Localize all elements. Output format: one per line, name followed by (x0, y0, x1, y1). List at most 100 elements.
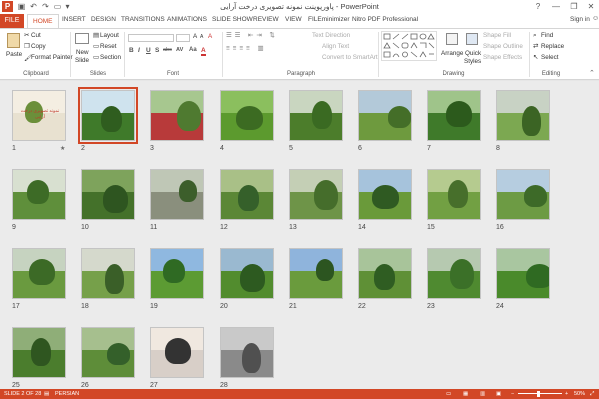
minimize-button[interactable]: — (548, 0, 564, 14)
shrink-font-icon[interactable]: A (200, 34, 203, 40)
font-color-button[interactable]: A (201, 47, 206, 56)
italic-button[interactable]: I (138, 47, 140, 54)
slide-sorter-view-icon[interactable]: ▦ (463, 389, 468, 399)
quick-styles-label-line2[interactable]: Styles (464, 58, 481, 65)
shadow-button[interactable]: S (155, 47, 159, 54)
shape-fill-button[interactable]: Shape Fill (483, 32, 511, 39)
strikethrough-button[interactable]: abc (163, 47, 172, 53)
zoom-level[interactable]: 50% (574, 389, 585, 399)
character-spacing-button[interactable]: AV (176, 47, 183, 53)
select-button[interactable]: Select (541, 54, 559, 61)
section-button[interactable]: Section (100, 54, 121, 61)
layout-button[interactable]: Layout (100, 32, 119, 39)
shape-effects-button[interactable]: Shape Effects (483, 54, 522, 61)
slide-thumbnail[interactable] (289, 169, 343, 220)
text-direction-button[interactable]: Text Direction (312, 32, 350, 39)
restore-button[interactable]: ❐ (566, 0, 582, 14)
slide-thumbnail[interactable] (81, 248, 135, 299)
underline-button[interactable]: U (146, 47, 151, 54)
slide-thumbnail[interactable] (496, 90, 550, 141)
zoom-slider-handle[interactable] (537, 391, 540, 397)
slide-thumbnail[interactable] (150, 169, 204, 220)
slide-thumbnail[interactable] (220, 169, 274, 220)
replace-button[interactable]: Replace (541, 43, 564, 50)
close-button[interactable]: ✕ (583, 0, 599, 14)
zoom-in-button[interactable]: + (565, 389, 568, 399)
new-slide-label-line2[interactable]: Slide (75, 57, 89, 64)
replace-icon[interactable]: ⇄ (533, 43, 538, 50)
slide-thumbnail[interactable] (427, 248, 481, 299)
shapes-gallery[interactable] (381, 31, 437, 61)
slide-thumbnail[interactable] (496, 248, 550, 299)
shape-outline-button[interactable]: Shape Outline (483, 43, 523, 50)
slide-thumbnail[interactable] (12, 169, 66, 220)
new-slide-label-line1[interactable]: New (76, 49, 89, 56)
slide-thumbnail[interactable] (81, 169, 135, 220)
reset-button[interactable]: Reset (100, 43, 116, 50)
collapse-ribbon-icon[interactable]: ⌃ (589, 69, 595, 77)
normal-view-icon[interactable]: ▭ (446, 389, 451, 399)
slide-thumbnail[interactable] (12, 248, 66, 299)
slide-thumbnail[interactable] (289, 90, 343, 141)
slide-thumbnail[interactable] (358, 169, 412, 220)
slide-thumbnail[interactable] (220, 248, 274, 299)
cut-icon[interactable]: ✂ (24, 32, 29, 39)
slide-thumbnail[interactable] (78, 87, 138, 144)
language-indicator[interactable]: PERSIAN (55, 389, 79, 399)
tab-slide-show[interactable]: SLIDE SHOW (212, 16, 253, 23)
slide-thumbnail[interactable] (81, 327, 135, 378)
tab-design[interactable]: DESIGN (91, 16, 116, 23)
slide-thumbnail[interactable] (150, 327, 204, 378)
copy-icon[interactable]: ❐ (24, 43, 30, 50)
format-painter-button[interactable]: Format Painter (31, 54, 73, 61)
slide-thumbnail[interactable] (427, 169, 481, 220)
slide-thumbnail[interactable] (220, 90, 274, 141)
tab-nitro-pdf[interactable]: Nitro PDF Professional (352, 16, 418, 23)
tab-fileminimizer[interactable]: FILEminimizer (308, 16, 350, 23)
slide-thumbnail[interactable] (496, 169, 550, 220)
bullets-numbering-icons[interactable]: ☰☰ ⇤⇥ ⇅ (226, 32, 278, 39)
clear-formatting-icon[interactable]: A (208, 33, 212, 40)
tab-file[interactable]: FILE (0, 14, 24, 28)
tab-transitions[interactable]: TRANSITIONS (121, 16, 165, 23)
slide-thumbnail[interactable]: نمونه تصویری درخت آرایی (12, 90, 66, 141)
new-slide-icon[interactable] (75, 33, 89, 44)
paste-button[interactable]: Paste (6, 51, 22, 58)
zoom-out-button[interactable]: − (511, 389, 514, 399)
quick-styles-label-line1[interactable]: Quick (465, 50, 481, 57)
tab-insert[interactable]: INSERT (62, 16, 86, 23)
slideshow-view-icon[interactable]: ▣ (496, 389, 501, 399)
slide-thumbnail[interactable] (220, 327, 274, 378)
font-name-dropdown[interactable] (128, 34, 174, 42)
slide-thumbnail[interactable] (12, 327, 66, 378)
alignment-icons[interactable]: ≡≡≡≡ ▥ (226, 45, 266, 52)
arrange-button[interactable]: Arrange (441, 50, 463, 57)
slide-thumbnail[interactable] (150, 248, 204, 299)
grow-font-icon[interactable]: A (193, 33, 197, 40)
spelling-icon[interactable]: ▤ (44, 389, 49, 399)
slide-thumbnail[interactable] (358, 248, 412, 299)
quick-styles-icon[interactable] (466, 33, 478, 45)
slide-thumbnail[interactable] (150, 90, 204, 141)
arrange-icon[interactable] (446, 33, 458, 45)
tab-review[interactable]: REVIEW (253, 16, 279, 23)
tab-animations[interactable]: ANIMATIONS (167, 16, 207, 23)
copy-button[interactable]: Copy (31, 43, 46, 50)
reset-icon[interactable]: ▭ (93, 43, 99, 50)
paste-icon[interactable] (7, 33, 20, 48)
font-size-dropdown[interactable] (176, 34, 190, 42)
fit-slide-icon[interactable]: ⤢ (590, 389, 594, 399)
find-button[interactable]: Find (541, 32, 553, 39)
sign-in-link[interactable]: Sign in (570, 16, 590, 23)
animation-star-icon[interactable]: ★ (60, 145, 65, 152)
select-icon[interactable]: ↖ (533, 54, 538, 61)
zoom-slider[interactable] (518, 393, 562, 394)
slide-thumbnail[interactable] (427, 90, 481, 141)
align-text-button[interactable]: Align Text (322, 43, 349, 50)
tab-view[interactable]: VIEW (285, 16, 302, 23)
slide-thumbnail[interactable] (358, 90, 412, 141)
section-icon[interactable]: ▭ (93, 54, 99, 61)
change-case-button[interactable]: Aa (189, 47, 197, 53)
tab-home[interactable]: HOME (27, 14, 59, 28)
convert-smartart-button[interactable]: Convert to SmartArt (322, 54, 378, 61)
